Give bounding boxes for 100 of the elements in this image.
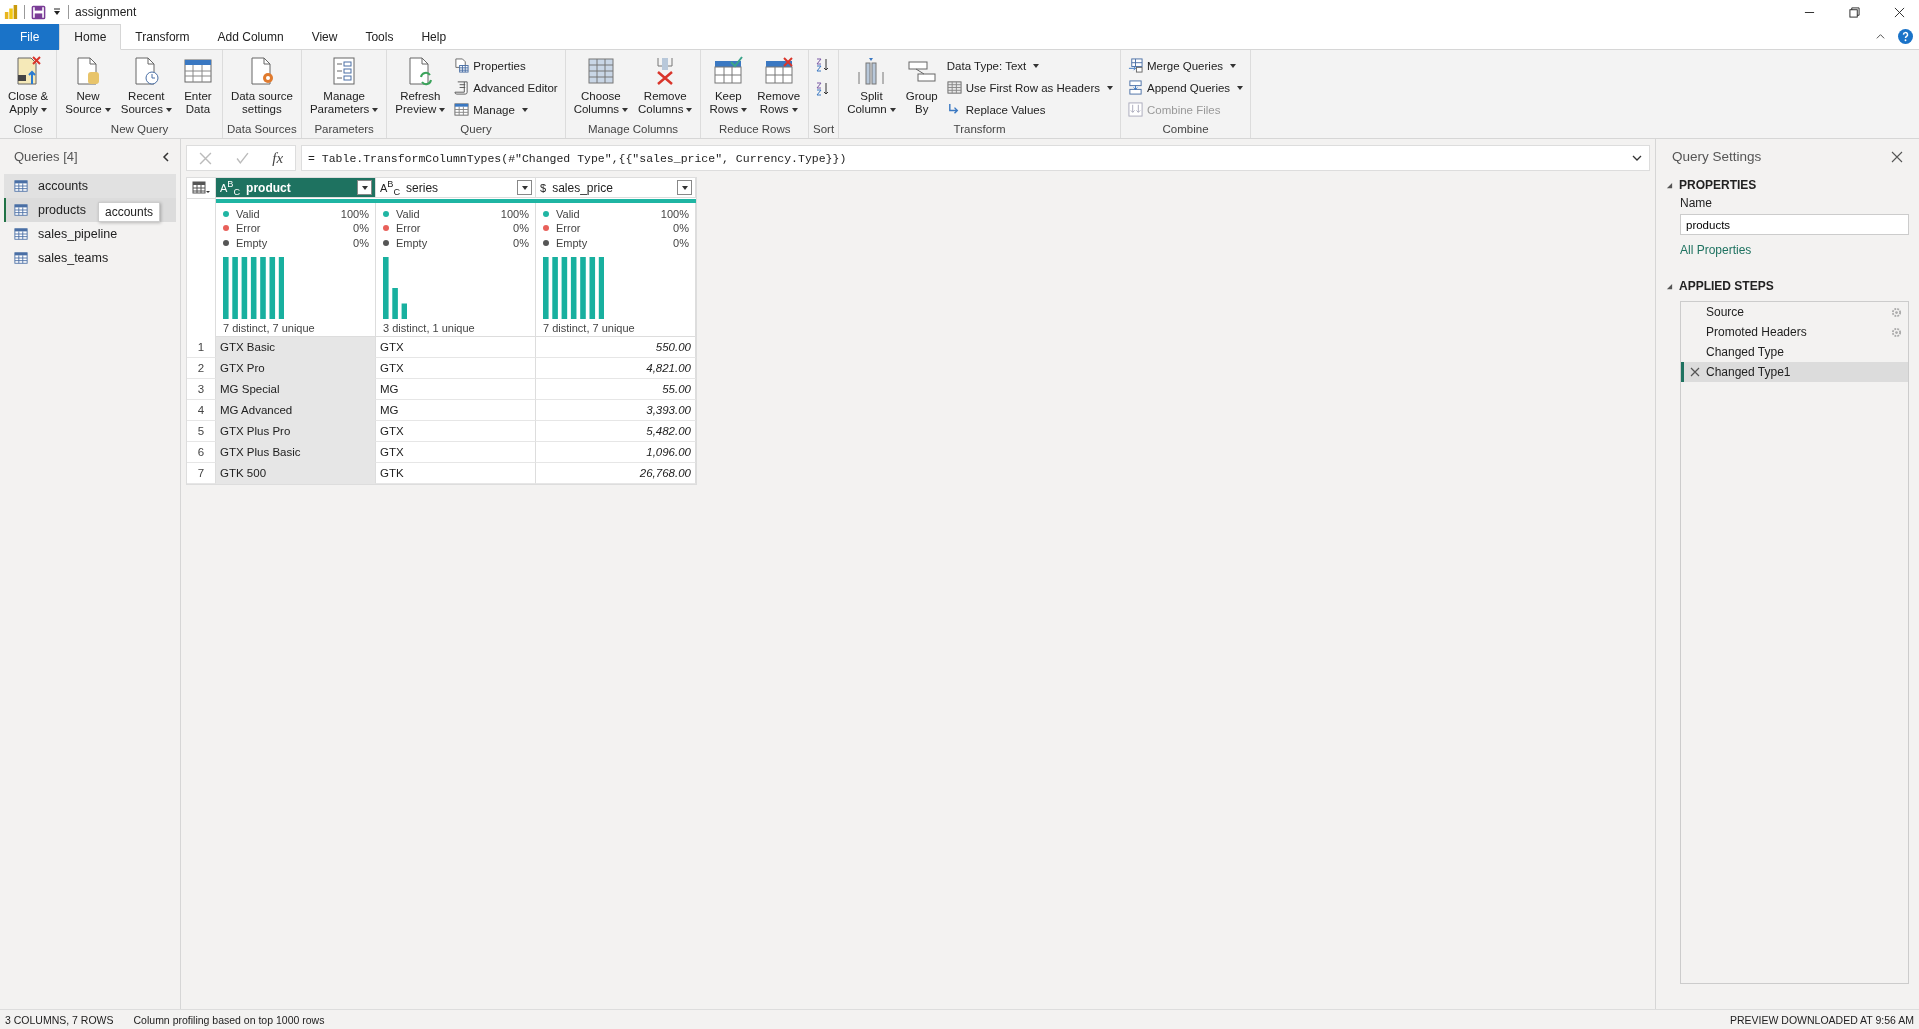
ribbon-tab[interactable]: Tools <box>351 24 408 50</box>
ribbon-button[interactable]: Advanced Editor <box>451 77 561 98</box>
column-type-label[interactable]: $ <box>540 181 547 194</box>
ribbon-button[interactable]: Manage <box>451 99 561 120</box>
table-cell: GTX <box>376 358 536 379</box>
filter-button[interactable] <box>677 180 692 195</box>
ribbon-button[interactable]: Merge Queries <box>1125 55 1247 76</box>
table-icon <box>14 179 28 193</box>
caret-icon <box>1033 63 1040 68</box>
ribbon-tab[interactable]: Home <box>59 24 122 50</box>
applied-step[interactable]: Changed Type1 <box>1681 362 1908 382</box>
ribbon-group-label: Query <box>459 123 493 137</box>
table-cell: GTK <box>376 463 536 484</box>
ribbon-tab[interactable]: View <box>297 24 352 50</box>
ribbon-tab[interactable]: Transform <box>121 24 204 50</box>
ribbon-button[interactable]: Append Queries <box>1125 77 1247 98</box>
query-item[interactable]: sales_teams <box>4 246 176 270</box>
ribbon-button[interactable]: New Source <box>61 53 115 118</box>
applied-step[interactable]: Promoted Headers <box>1681 322 1908 342</box>
table-icon <box>14 203 28 217</box>
ribbon-group-label: Data Sources <box>226 123 297 137</box>
collapse-ribbon-icon[interactable] <box>1875 31 1886 42</box>
quality-value: 0% <box>513 236 529 249</box>
column-header[interactable]: A$^{B}$$_{C}$ series <box>376 178 536 198</box>
close-icon[interactable] <box>1894 6 1905 18</box>
filter-button[interactable] <box>517 180 532 195</box>
ribbon-tab[interactable]: Add Column <box>203 24 298 50</box>
ribbon-button[interactable]: Data source settings <box>226 53 297 118</box>
distribution-chart <box>223 257 285 319</box>
table-check-icon <box>712 55 745 87</box>
ribbon-tab[interactable]: Help <box>407 24 461 50</box>
table-icon <box>454 102 470 117</box>
ribbon-group-label: Transform <box>952 123 1007 137</box>
help-icon[interactable] <box>1898 29 1913 44</box>
ribbon-group-label: Sort <box>813 123 835 137</box>
close-icon[interactable] <box>1891 150 1903 163</box>
applied-step[interactable]: Source <box>1681 302 1908 322</box>
ribbon-button[interactable]: Remove Columns <box>634 53 697 118</box>
collapse-icon[interactable] <box>160 150 172 163</box>
ribbon-button[interactable]: Split Column <box>843 53 900 118</box>
ribbon-button[interactable]: Enter Data <box>177 53 218 118</box>
ribbon-button[interactable]: Data Type: Text <box>943 55 1116 76</box>
ribbon-button[interactable]: Use First Row as Headers <box>943 77 1116 98</box>
table-cell: GTX <box>376 442 536 463</box>
ribbon-group-label: Manage Columns <box>586 123 680 137</box>
caret-icon <box>439 107 446 112</box>
distribution-chart <box>383 257 408 319</box>
quality-label: Error <box>556 222 582 235</box>
table-cell: 3,393.00 <box>536 400 696 421</box>
ribbon-button[interactable]: Refresh Preview <box>391 53 450 118</box>
caret-icon <box>1237 85 1244 90</box>
function-label[interactable]: fx <box>272 149 284 167</box>
ribbon-button[interactable]: Group By <box>901 53 942 118</box>
table-cell: GTK 500 <box>216 463 376 484</box>
ribbon-button[interactable]: Replace Values <box>943 99 1116 120</box>
ribbon-tab[interactable]: File <box>0 24 60 50</box>
ribbon-button[interactable]: Properties <box>451 55 561 76</box>
quality-value: 0% <box>353 236 369 249</box>
delete-icon[interactable] <box>1690 367 1700 377</box>
caret-icon <box>104 107 111 112</box>
distribution-summary: 7 distinct, 7 unique <box>223 322 316 334</box>
ribbon-button[interactable]: Recent Sources <box>116 53 176 118</box>
query-item[interactable]: sales_pipeline <box>4 222 176 246</box>
table-delete-icon <box>762 55 795 87</box>
ribbon-group-label: Combine <box>1161 123 1210 137</box>
column-header[interactable]: $ sales_price <box>536 178 696 198</box>
quality-label: Valid <box>556 208 581 221</box>
quality-label: Empty <box>556 236 589 249</box>
all-properties-link[interactable]: All Properties <box>1680 243 1909 257</box>
applied-step[interactable]: Changed Type <box>1681 342 1908 362</box>
ribbon-button[interactable]: Close & Apply <box>4 53 53 118</box>
distribution-chart <box>543 257 605 319</box>
caret-icon <box>1230 63 1237 68</box>
collapse-triangle-icon[interactable] <box>1666 181 1673 189</box>
collapse-triangle-icon[interactable] <box>1666 282 1673 290</box>
quality-value: 100% <box>340 208 369 221</box>
ribbon-button[interactable]: Remove Rows <box>753 53 805 118</box>
merge-icon <box>1128 58 1143 73</box>
column-header[interactable]: A$^{B}$$_{C}$ product <box>216 178 376 198</box>
check-icon[interactable] <box>235 151 249 165</box>
customize-dropdown-icon[interactable] <box>52 7 62 17</box>
append-icon <box>1128 80 1143 95</box>
ribbon-button[interactable]: Choose Columns <box>569 53 633 118</box>
query-item[interactable]: accounts <box>4 174 176 198</box>
caret-icon <box>741 107 748 112</box>
formula-field[interactable]: = Table.TransformColumnTypes(#"Changed Type",{{"sales_price", Currency.Type}}) <box>301 145 1650 171</box>
app-logo-icon <box>4 4 18 20</box>
quality-value: 0% <box>513 222 529 235</box>
table-cell: MG Special <box>216 379 376 400</box>
table-menu-icon[interactable] <box>192 181 210 195</box>
ribbon-button[interactable]: Keep Rows <box>705 53 752 118</box>
name-field[interactable]: products <box>1680 214 1909 235</box>
caret-icon <box>165 107 172 112</box>
filter-button[interactable] <box>357 180 372 195</box>
restore-icon[interactable] <box>1849 6 1860 18</box>
ribbon-button[interactable]: Manage Parameters <box>305 53 383 118</box>
save-icon[interactable] <box>31 4 46 20</box>
quality-value: 100% <box>500 208 529 221</box>
quality-value: 0% <box>673 222 689 235</box>
caret-icon <box>889 107 896 112</box>
